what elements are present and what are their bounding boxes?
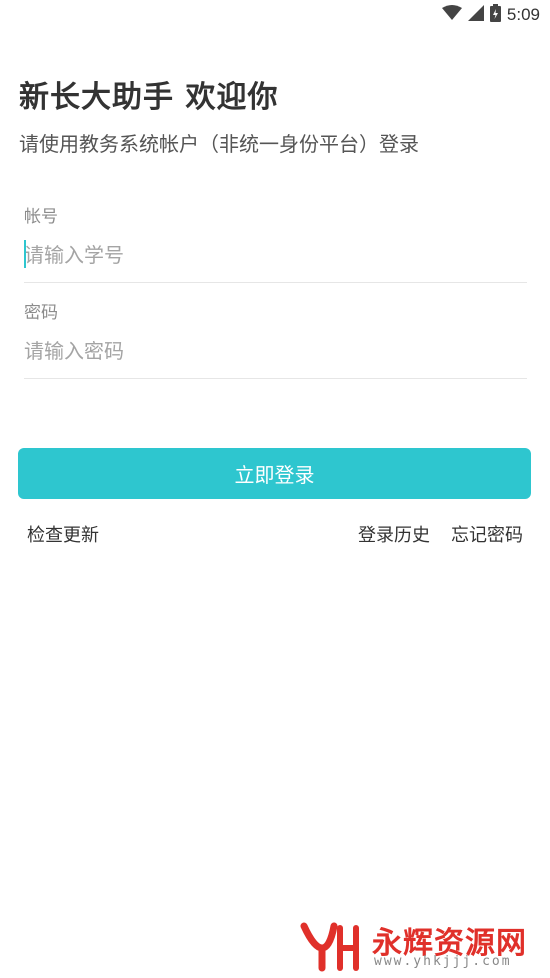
watermark-logo-icon <box>300 918 362 977</box>
password-divider <box>24 378 527 379</box>
login-history-link[interactable]: 登录历史 <box>358 521 430 547</box>
forgot-password-link[interactable]: 忘记密码 <box>451 521 523 547</box>
status-icons: 5:09 <box>441 4 540 26</box>
battery-icon <box>489 4 501 26</box>
password-label: 密码 <box>24 303 58 323</box>
status-bar: 5:09 <box>0 0 550 30</box>
wifi-icon <box>441 5 462 25</box>
account-input[interactable] <box>24 243 527 267</box>
password-field: 密码 <box>24 298 527 363</box>
account-label: 帐号 <box>24 207 58 227</box>
signal-icon <box>467 5 484 25</box>
account-field: 帐号 <box>24 202 527 267</box>
text-cursor <box>24 240 26 268</box>
check-update-link[interactable]: 检查更新 <box>27 521 99 547</box>
page-title: 新长大助手 欢迎你 <box>19 80 279 115</box>
account-divider <box>24 282 527 283</box>
status-time: 5:09 <box>506 5 540 24</box>
watermark-url: www.yhkjjj.com <box>374 954 512 969</box>
password-input[interactable] <box>24 339 527 363</box>
login-button[interactable]: 立即登录 <box>18 448 531 499</box>
page-subtitle: 请使用教务系统帐户（非统一身份平台）登录 <box>19 132 419 156</box>
watermark: 永辉资源网 www.yhkjjj.com <box>300 918 540 973</box>
